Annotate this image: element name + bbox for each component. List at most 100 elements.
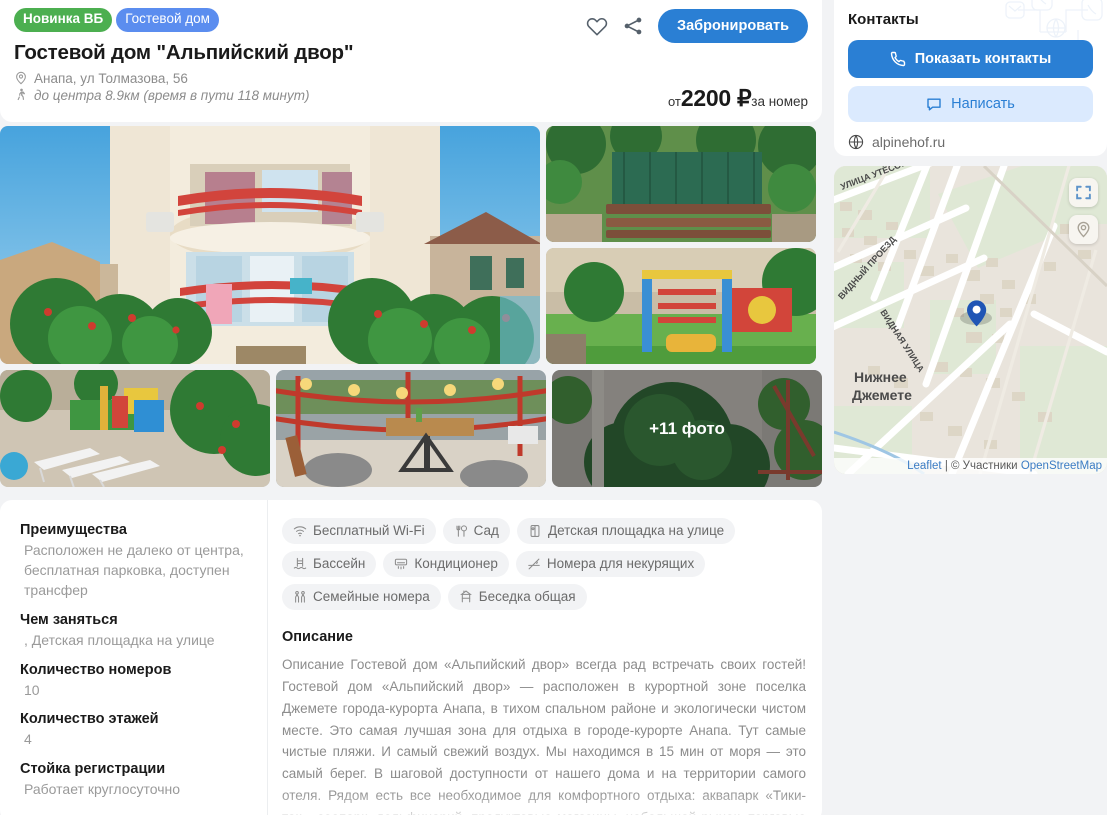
fact-heading: Стойка регистрации <box>20 761 166 778</box>
fact-heading: Количество этажей <box>20 711 159 728</box>
amenity-tag-air-conditioner[interactable]: Кондиционер <box>383 551 509 577</box>
description-heading: Описание <box>282 629 353 645</box>
pool-icon <box>293 557 307 569</box>
amenity-label: Сад <box>473 523 499 538</box>
tree-icon <box>456 524 467 537</box>
website-text: alpinehof.ru <box>872 134 946 150</box>
amenity-tag-garden[interactable]: Сад <box>442 518 510 544</box>
map-attribution: Leaflet | © Участники OpenStreetMap <box>834 458 1107 474</box>
map-controls <box>1069 178 1098 244</box>
amenity-label: Семейные номера <box>313 589 430 604</box>
write-message-button[interactable]: Написать <box>848 86 1093 122</box>
fact-value: Расположен не далеко от центра, бесплатн… <box>24 542 244 598</box>
address-text: Анапа, ул Толмазова, 56 <box>34 70 188 86</box>
price-prefix: от <box>667 94 681 109</box>
gallery-photo-4[interactable] <box>0 370 270 487</box>
gallery-photo-3[interactable] <box>546 248 816 364</box>
share-icon[interactable] <box>622 15 644 37</box>
amenity-label: Детская площадка на улице <box>547 523 725 538</box>
photo-gallery: +11 фото <box>0 126 822 487</box>
main-column: Новинка ВБ Гостевой дом Гостевой дом "Ал… <box>0 0 822 815</box>
amenity-tag-pool[interactable]: Бассейн <box>282 551 377 577</box>
address-row: Анапа, ул Толмазова, 56 <box>14 71 808 86</box>
price-line: от 2200 ₽ за номер <box>668 85 808 112</box>
fact-heading: Количество номеров <box>20 661 172 678</box>
amenity-tag-playground[interactable]: Детская площадка на улице <box>516 518 736 544</box>
show-contacts-button[interactable]: Показать контакты <box>848 40 1093 78</box>
fact-item: Чем заняться , Детская площадка на улице <box>20 612 249 651</box>
more-photos-label: +11 фото <box>649 418 725 438</box>
amenity-tag-non-smoking[interactable]: Номера для некурящих <box>515 551 706 577</box>
write-message-label: Написать <box>951 96 1015 112</box>
map-fullscreen-button[interactable] <box>1069 178 1098 207</box>
more-photos-overlay[interactable]: +11 фото <box>552 370 822 487</box>
gallery-photo-2[interactable] <box>546 126 816 242</box>
distance-text: до центра 8.9км (время в пути 118 минут) <box>34 87 310 103</box>
playground-icon <box>530 524 540 537</box>
amenity-tag-wifi[interactable]: Бесплатный Wi-Fi <box>282 518 436 544</box>
gallery-photo-6[interactable]: +11 фото <box>552 370 822 487</box>
map-locate-button[interactable] <box>1069 215 1098 244</box>
gallery-bottom-row: +11 фото <box>0 370 822 487</box>
gallery-photo-5[interactable] <box>276 370 546 487</box>
amenity-tag-gazebo[interactable]: Беседка общая <box>447 584 587 610</box>
air-conditioner-icon <box>395 558 408 569</box>
fact-item: Количество этажей 4 <box>20 711 249 750</box>
listing-page: Новинка ВБ Гостевой дом Гостевой дом "Ал… <box>0 0 1107 815</box>
family-icon <box>295 590 305 603</box>
chat-bubble-icon <box>927 98 941 111</box>
fact-value: 10 <box>24 681 40 698</box>
contacts-heading: Контакты <box>848 11 919 28</box>
page-title: Гостевой дом "Альпийский двор" <box>14 40 354 64</box>
show-contacts-label: Показать контакты <box>914 51 1052 67</box>
price-value: 2200 ₽ <box>680 85 752 111</box>
fact-item: Количество номеров 10 <box>20 662 249 701</box>
osm-link[interactable]: OpenStreetMap <box>1021 460 1102 472</box>
badge-property-type: Гостевой дом <box>116 8 219 32</box>
amenity-label: Номера для некурящих <box>546 556 695 571</box>
header-actions: Забронировать <box>586 9 808 43</box>
walking-person-icon <box>17 88 26 101</box>
map-widget[interactable]: УЛИЦА УТЁСОВА ВИДНЫЙ ПРОЕЗД ВИДНАЯ УЛИЦА… <box>834 166 1107 474</box>
wifi-icon <box>293 525 307 536</box>
description-text: Описание Гостевой дом «Альпийский двор» … <box>282 657 806 815</box>
svg-text:Нижнее: Нижнее <box>854 369 907 385</box>
globe-icon <box>848 134 864 150</box>
fact-item: Преимущества Расположен не далеко от цен… <box>20 522 249 601</box>
sidebar: Контакты Показать контакты Написать alpi… <box>834 0 1107 474</box>
listing-header-card: Новинка ВБ Гостевой дом Гостевой дом "Ал… <box>0 0 822 122</box>
gallery-right-column <box>546 126 816 364</box>
fact-value: 4 <box>24 731 32 748</box>
svg-text:Джемете: Джемете <box>852 387 912 403</box>
book-button[interactable]: Забронировать <box>657 9 808 43</box>
description-body: Описание Гостевой дом «Альпийский двор» … <box>282 654 806 815</box>
website-row[interactable]: alpinehof.ru <box>848 134 1093 150</box>
amenity-tag-family-rooms[interactable]: Семейные номера <box>282 584 441 610</box>
gazebo-icon <box>459 589 472 602</box>
gallery-top-row <box>0 126 822 364</box>
amenity-label: Бассейн <box>313 556 366 571</box>
fact-heading: Преимущества <box>20 522 127 538</box>
facts-column: Преимущества Расположен не далеко от цен… <box>0 500 268 815</box>
fact-item: Стойка регистрации Работает круглосуточн… <box>20 761 249 800</box>
badge-new: Новинка ВБ <box>14 8 113 32</box>
amenity-label: Беседка общая <box>478 589 576 604</box>
fact-heading: Чем заняться <box>20 611 118 628</box>
attribution-separator: | © Участники <box>941 460 1021 472</box>
fact-value: , Детская площадка на улице <box>24 631 215 648</box>
amenity-label: Бесплатный Wi-Fi <box>313 523 425 538</box>
price-suffix: за номер <box>751 94 808 109</box>
contacts-card: Контакты Показать контакты Написать alpi… <box>834 0 1107 156</box>
amenity-tag-list: Бесплатный Wi-Fi Сад Детская площадка на… <box>282 518 806 610</box>
fullscreen-icon <box>1076 185 1091 200</box>
map-pin-icon <box>16 72 26 85</box>
details-card: Преимущества Расположен не далеко от цен… <box>0 500 822 815</box>
no-smoking-icon <box>528 558 540 569</box>
map-pin-icon <box>1077 221 1090 238</box>
favorite-heart-icon[interactable] <box>586 15 608 37</box>
gallery-photo-main[interactable] <box>0 126 540 364</box>
leaflet-link[interactable]: Leaflet <box>907 460 942 472</box>
amenity-label: Кондиционер <box>414 556 498 571</box>
content-column: Бесплатный Wi-Fi Сад Детская площадка на… <box>268 500 822 815</box>
fact-value: Работает круглосуточно <box>24 781 181 798</box>
